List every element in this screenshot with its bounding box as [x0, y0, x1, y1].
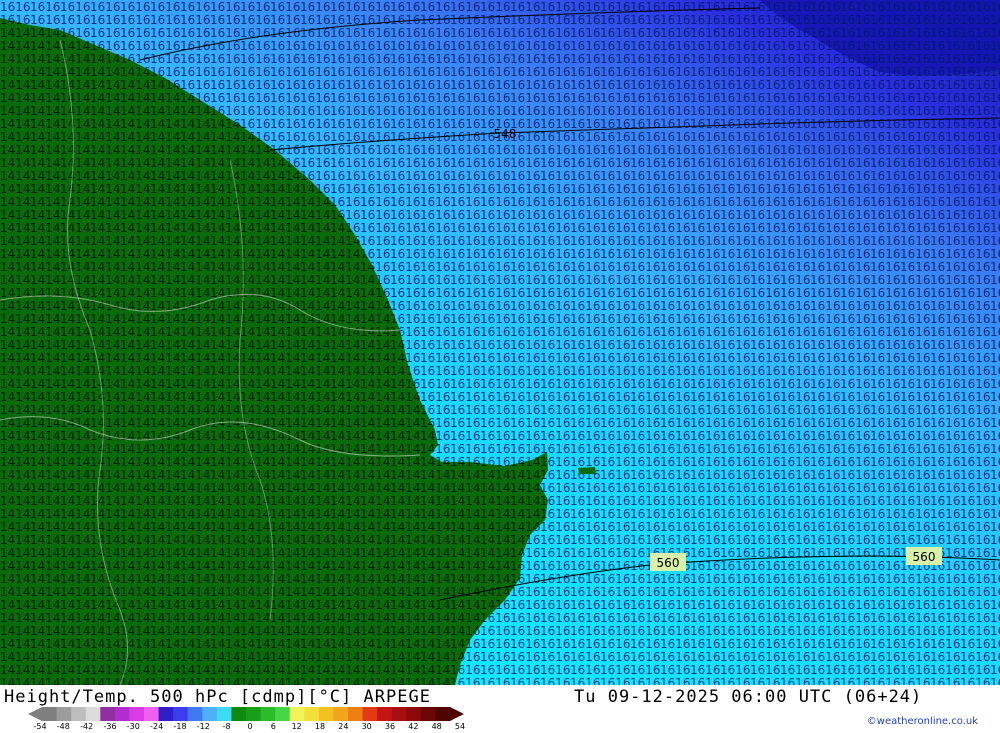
legend-tick-label: 0 — [247, 722, 253, 731]
legend-tick-label: 30 — [361, 722, 372, 731]
legend-swatch — [362, 707, 378, 721]
legend-arrow-left — [28, 707, 42, 721]
legend-swatch — [144, 707, 160, 721]
legend-tick-label: -30 — [126, 722, 140, 731]
legend-swatch — [420, 707, 436, 721]
legend-tick-label: 36 — [384, 722, 396, 731]
legend-swatch — [216, 707, 232, 721]
legend-swatch — [42, 707, 58, 721]
island — [578, 467, 596, 474]
legend-tick-label: -42 — [80, 722, 94, 731]
color-legend — [28, 707, 464, 721]
legend-swatch — [173, 707, 189, 721]
legend-tick-label: 6 — [270, 722, 276, 731]
credit-link[interactable]: ©weatheronline.co.uk — [867, 716, 978, 727]
map-footer: Height/Temp. 500 hPc [cdmp][°C] ARPEGE T… — [0, 685, 1000, 733]
legend-swatch — [129, 707, 145, 721]
legend-swatch — [289, 707, 305, 721]
weather-map: 1616 1414 560 560 548 — [0, 0, 1000, 685]
legend-tick-label: 48 — [431, 722, 442, 731]
legend-tick-label: -8 — [222, 722, 231, 731]
legend-swatch — [56, 707, 72, 721]
legend-swatch — [348, 707, 364, 721]
legend-tick-label: -36 — [103, 722, 117, 731]
legend-tick-label: 42 — [408, 722, 419, 731]
contour-label-text: 548 — [494, 127, 517, 141]
legend-swatch — [406, 707, 422, 721]
legend-tick-label: 24 — [338, 722, 349, 731]
map-title: Height/Temp. 500 hPc [cdmp][°C] ARPEGE — [4, 687, 431, 707]
map-canvas: 1616 1414 560 560 548 — [0, 0, 1000, 685]
contour-label: 548 — [494, 127, 517, 141]
legend-swatch — [333, 707, 349, 721]
legend-swatch — [202, 707, 218, 721]
legend-tick-label: 18 — [314, 722, 326, 731]
legend-swatch — [391, 707, 407, 721]
valid-time: Tu 09-12-2025 06:00 UTC (06+24) — [574, 687, 923, 707]
legend-swatch — [85, 707, 101, 721]
legend-swatch — [100, 707, 116, 721]
legend-swatch — [246, 707, 262, 721]
legend-swatch — [231, 707, 247, 721]
contour-label-text: 560 — [657, 556, 680, 570]
legend-swatch — [187, 707, 203, 721]
legend-swatch — [71, 707, 87, 721]
legend-tick-label: 54 — [454, 722, 466, 731]
legend-swatch — [114, 707, 130, 721]
legend-swatch — [377, 707, 393, 721]
legend-swatch — [435, 707, 451, 721]
contour-label: 560 — [650, 553, 686, 571]
legend-tick-label: -48 — [56, 722, 70, 731]
legend-tick-label: -24 — [150, 722, 164, 731]
legend-swatch — [304, 707, 320, 721]
legend-swatch — [260, 707, 276, 721]
legend-tick-label: 12 — [291, 722, 302, 731]
legend-tick-label: -18 — [173, 722, 187, 731]
legend-arrow-right — [450, 707, 464, 721]
legend-ticks: -54 -48 -42 -36 -30 -24 -18 -12 -8 0 6 12 18 24 30 36 42… — [30, 722, 470, 733]
legend-swatch — [158, 707, 174, 721]
legend-swatch — [318, 707, 334, 721]
legend-swatch — [275, 707, 291, 721]
legend-tick-label: -54 — [33, 722, 47, 731]
legend-tick-label: -12 — [196, 722, 210, 731]
contour-label: 560 — [906, 547, 942, 565]
contour-label-text: 560 — [913, 550, 936, 564]
